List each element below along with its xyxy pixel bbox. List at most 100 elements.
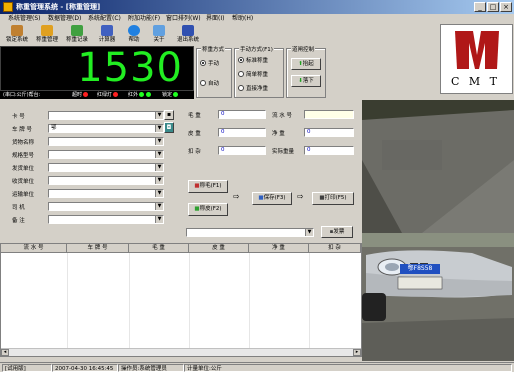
column-header[interactable]: 车 牌 号 [67, 244, 129, 253]
records-table[interactable]: 流 水 号 车 牌 号 毛 重 皮 重 净 重 扣 杂 [0, 243, 362, 357]
column-divider [249, 253, 250, 356]
radio-label: 简单称重 [246, 72, 269, 78]
minimize-button[interactable]: _ [474, 2, 486, 12]
calculator-button[interactable]: 计算器 [94, 24, 120, 46]
plate-capture-button[interactable]: ◘ [164, 122, 174, 133]
menu-config[interactable]: 系统配置(C) [88, 14, 121, 24]
chevron-down-icon[interactable]: ▼ [155, 190, 163, 197]
chevron-down-icon[interactable]: ▼ [155, 138, 163, 145]
radio-standard[interactable]: 标准称重 [238, 56, 268, 64]
column-header[interactable]: 流 水 号 [1, 244, 67, 253]
serial-number-field[interactable] [304, 110, 354, 119]
chevron-down-icon[interactable]: ▼ [155, 151, 163, 158]
column-header[interactable]: 毛 重 [129, 244, 189, 253]
chevron-down-icon[interactable]: ▼ [155, 164, 163, 171]
menu-help[interactable]: 帮助(H) [232, 14, 253, 24]
help-button[interactable]: 帮助 [122, 24, 146, 46]
spec-model-combo[interactable]: ▼ [48, 150, 164, 159]
weigh-mode-group: 称重方式 手动 自动 [196, 45, 232, 98]
chevron-down-icon[interactable]: ▼ [305, 229, 313, 236]
field-label: 司 机 [12, 205, 25, 211]
deduct-weight-field[interactable]: 0 [218, 146, 266, 155]
column-header[interactable]: 皮 重 [189, 244, 249, 253]
button-label: 抬起 [302, 61, 314, 67]
radio-auto[interactable]: 自动 [200, 79, 219, 87]
group-title: 称重方式 [201, 45, 226, 53]
vehicle-info-form: 卡 号 ▼ ▪ 车 牌 号 鄂 ▼ ◘ 货物名称 ▼ 规格型号 ▼ 发货单位 ▼ … [0, 100, 180, 240]
radio-label: 标准称重 [246, 58, 269, 64]
radio-icon [238, 85, 244, 91]
radio-simple[interactable]: 简单称重 [238, 70, 268, 78]
button-label: 打印(F5) [324, 195, 347, 201]
car-camera-image [362, 233, 514, 361]
gate-lower-button[interactable]: ⬇落下 [291, 75, 321, 87]
chevron-down-icon[interactable]: ▼ [155, 203, 163, 210]
card-number-combo[interactable]: ▼ [48, 111, 164, 120]
weigh-records-button[interactable]: 称重记录 [63, 24, 91, 46]
camera-feed-2: 鄂F8S58 [362, 233, 514, 361]
menu-interface[interactable]: 界面(I) [206, 14, 224, 24]
shipper-combo[interactable]: ▼ [48, 163, 164, 172]
goods-name-combo[interactable]: ▼ [48, 137, 164, 146]
weight-fields: 毛 重 0 皮 重 0 扣 杂 0 流 水 号 净 重 0 实际重量 0 [184, 100, 360, 160]
column-header[interactable]: 扣 杂 [309, 244, 361, 253]
tare-weight-field[interactable]: 0 [218, 128, 266, 137]
actual-weight-field[interactable]: 0 [304, 146, 354, 155]
about-icon [153, 25, 165, 36]
column-divider [67, 253, 68, 356]
gate-raise-button[interactable]: ⬆抬起 [291, 58, 321, 70]
app-icon [3, 2, 13, 12]
actual-label: 实际重量 [272, 149, 295, 155]
scroll-left-icon[interactable]: ◂ [1, 349, 9, 356]
horizontal-scrollbar[interactable]: ◂ ▸ [1, 348, 361, 356]
close-button[interactable]: × [500, 2, 512, 12]
about-button[interactable]: 关于 [148, 24, 170, 46]
gate-control-group: 道闸控制 ⬆抬起 ⬇落下 [286, 45, 326, 98]
save-button[interactable]: ■保存(F3) [252, 192, 292, 205]
button-label: 落下 [302, 78, 314, 84]
weigh-manage-button[interactable]: 称重管理 [33, 24, 61, 46]
remark-combo[interactable]: ▼ [48, 215, 164, 224]
search-icon: ▪ [166, 111, 172, 118]
exit-system-button[interactable]: 退出系统 [176, 24, 200, 46]
net-label: 净 重 [272, 131, 285, 137]
radio-manual[interactable]: 手动 [200, 59, 219, 67]
chevron-down-icon[interactable]: ▼ [155, 216, 163, 223]
menu-system[interactable]: 系统管理(S) [8, 14, 41, 24]
card-search-button[interactable]: ▪ [164, 110, 174, 120]
weigh-gross-button[interactable]: ■称毛(F1) [188, 180, 228, 193]
lock-system-button[interactable]: 锁定系统 [3, 24, 31, 46]
toolbar-label: 称重记录 [65, 37, 88, 43]
menu-window[interactable]: 窗口排列(W) [166, 14, 201, 24]
status-edition: [试用版] [2, 364, 52, 372]
scroll-right-icon[interactable]: ▸ [353, 349, 361, 356]
menu-extra[interactable]: 附加功能(F) [128, 14, 160, 24]
gross-weight-field[interactable]: 0 [218, 110, 266, 119]
field-label: 卡 号 [12, 114, 25, 120]
field-label: 运输单位 [12, 192, 35, 198]
transporter-combo[interactable]: ▼ [48, 189, 164, 198]
driver-combo[interactable]: ▼ [48, 202, 164, 211]
receiver-combo[interactable]: ▼ [48, 176, 164, 185]
weight-readout: 1530 [77, 45, 183, 91]
column-header[interactable]: 净 重 [249, 244, 309, 253]
invoice-button[interactable]: ▪发票 [321, 226, 353, 238]
indicator-row: (串口:公斤)帮台: 超时 红绿灯 红外 锁定 [0, 91, 194, 99]
status-operator: 操作员:系统管理员 [118, 364, 184, 372]
radio-direct-net[interactable]: 直接净重 [238, 84, 268, 92]
scale-icon [41, 25, 53, 36]
chevron-down-icon[interactable]: ▼ [155, 177, 163, 184]
menu-data[interactable]: 数据管理(D) [48, 14, 81, 24]
net-weight-field[interactable]: 0 [304, 128, 354, 137]
record-select-combo[interactable]: ▼ [186, 228, 314, 237]
plate-number-combo[interactable]: 鄂 ▼ [48, 124, 164, 133]
radio-label: 直接净重 [246, 86, 269, 92]
weigh-tare-button[interactable]: ■称皮(F2) [188, 203, 228, 216]
print-button[interactable]: ■打印(F5) [312, 192, 354, 205]
chevron-down-icon[interactable]: ▼ [155, 125, 163, 132]
status-datetime: 2007-04-30 16:45:45 [52, 364, 118, 372]
chevron-down-icon[interactable]: ▼ [155, 112, 163, 119]
status-dot-icon [146, 92, 152, 97]
indicator-lock: 锁定 [162, 91, 179, 99]
maximize-button[interactable]: □ [487, 2, 499, 12]
